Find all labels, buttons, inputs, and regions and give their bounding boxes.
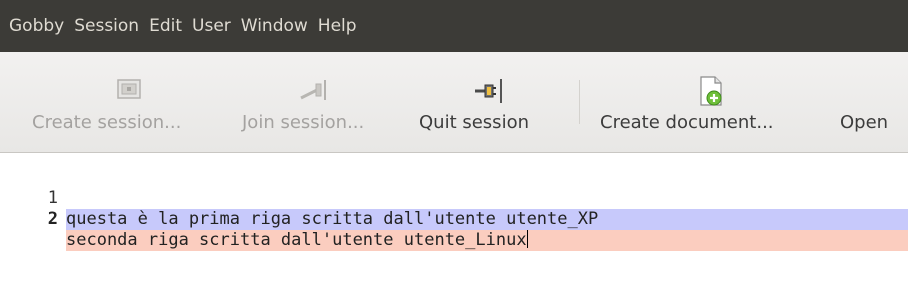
create-session-button[interactable]: Create session... bbox=[32, 52, 228, 152]
create-document-button[interactable]: Create document... bbox=[600, 52, 822, 152]
open-document-label: Open bbox=[840, 112, 889, 133]
menu-help[interactable]: Help bbox=[318, 16, 357, 36]
create-session-label: Create session... bbox=[32, 112, 182, 133]
join-session-icon bbox=[300, 80, 326, 100]
menu-session[interactable]: Session bbox=[74, 16, 139, 36]
line-number: 2 bbox=[10, 209, 58, 230]
quit-session-button[interactable]: Quit session bbox=[419, 52, 561, 152]
menu-user[interactable]: User bbox=[192, 16, 231, 36]
join-session-label: Join session... bbox=[242, 112, 365, 133]
create-document-icon bbox=[700, 76, 722, 106]
create-document-label: Create document... bbox=[600, 112, 774, 133]
join-session-button[interactable]: Join session... bbox=[242, 52, 402, 152]
menu-gobby[interactable]: Gobby bbox=[9, 16, 64, 36]
line-text[interactable]: questa è la prima riga scritta dall'uten… bbox=[66, 209, 908, 230]
text-cursor bbox=[526, 230, 528, 248]
editor-line[interactable]: 2 seconda riga scritta dall'utente utent… bbox=[10, 188, 908, 251]
quit-session-label: Quit session bbox=[419, 112, 529, 133]
menu-window[interactable]: Window bbox=[241, 16, 308, 36]
line-text-wrapper[interactable]: seconda riga scritta dall'utente utente_… bbox=[66, 230, 908, 251]
quit-session-icon bbox=[475, 79, 502, 103]
document-editor[interactable]: 1 questa è la prima riga scritta dall'ut… bbox=[0, 153, 908, 305]
line-text: seconda riga scritta dall'utente utente_… bbox=[66, 230, 527, 250]
menu-edit[interactable]: Edit bbox=[149, 16, 182, 36]
open-document-button[interactable]: Open bbox=[840, 52, 908, 152]
menubar: Gobby Session Edit User Window Help bbox=[0, 0, 908, 52]
create-session-icon bbox=[117, 79, 141, 99]
toolbar: Create session... Join session... Quit s… bbox=[0, 52, 908, 153]
toolbar-separator bbox=[579, 80, 580, 124]
editor-line[interactable]: 1 questa è la prima riga scritta dall'ut… bbox=[10, 167, 908, 230]
